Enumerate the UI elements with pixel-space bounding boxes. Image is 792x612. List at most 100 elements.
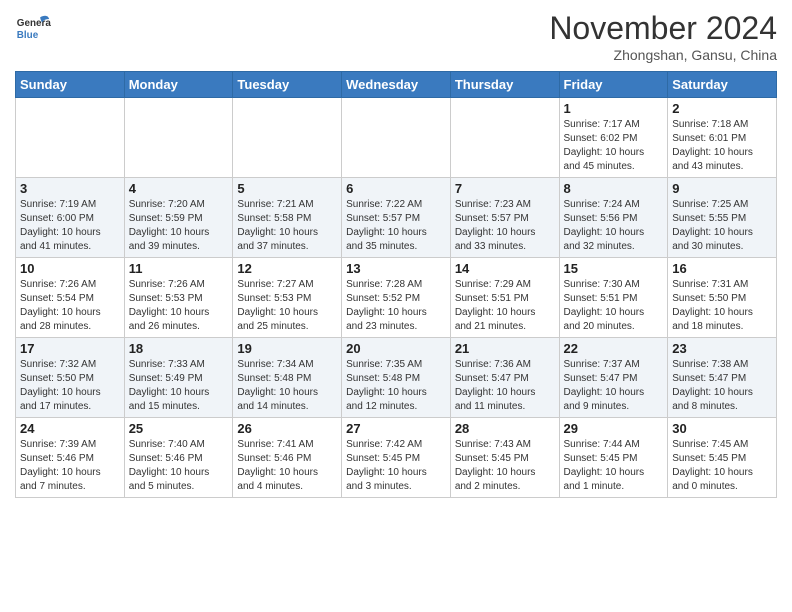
day-number: 6 (346, 181, 446, 196)
calendar-cell: 28 Sunrise: 7:43 AMSunset: 5:45 PMDayligh… (450, 418, 559, 498)
title-block: November 2024 Zhongshan, Gansu, China (549, 10, 777, 63)
day-info: Sunrise: 7:28 AMSunset: 5:52 PMDaylight:… (346, 278, 446, 334)
day-number: 10 (20, 261, 120, 276)
calendar-cell: 5 Sunrise: 7:21 AMSunset: 5:58 PMDaylight… (233, 178, 342, 258)
day-info: Sunrise: 7:20 AMSunset: 5:59 PMDaylight:… (129, 198, 229, 254)
calendar-cell (124, 98, 233, 178)
day-number: 9 (672, 181, 772, 196)
calendar-cell: 1 Sunrise: 7:17 AMSunset: 6:02 PMDaylight… (559, 98, 668, 178)
weekday-header-tuesday: Tuesday (233, 72, 342, 98)
day-number: 19 (237, 341, 337, 356)
month-title: November 2024 (549, 10, 777, 47)
day-number: 26 (237, 421, 337, 436)
day-info: Sunrise: 7:32 AMSunset: 5:50 PMDaylight:… (20, 358, 120, 414)
calendar-cell: 11 Sunrise: 7:26 AMSunset: 5:53 PMDayligh… (124, 258, 233, 338)
calendar-week-row: 3Sunrise: 7:19 AMSunset: 6:00 PMDaylight… (16, 178, 777, 258)
calendar-cell (450, 98, 559, 178)
weekday-header-sunday: Sunday (16, 72, 125, 98)
logo: General Blue (15, 10, 51, 46)
calendar-cell: 17 Sunrise: 7:32 AMSunset: 5:50 PMDayligh… (16, 338, 125, 418)
day-info: Sunrise: 7:26 AMSunset: 5:53 PMDaylight:… (129, 278, 229, 334)
day-number: 30 (672, 421, 772, 436)
day-info: Sunrise: 7:34 AMSunset: 5:48 PMDaylight:… (237, 358, 337, 414)
calendar-cell: 27Sunrise: 7:42 AMSunset: 5:45 PMDayligh… (342, 418, 451, 498)
day-number: 27 (346, 421, 446, 436)
day-number: 5 (237, 181, 337, 196)
day-info: Sunrise: 7:31 AMSunset: 5:50 PMDaylight:… (672, 278, 772, 334)
day-info: Sunrise: 7:24 AMSunset: 5:56 PMDaylight:… (564, 198, 664, 254)
day-number: 12 (237, 261, 337, 276)
calendar-cell: 6 Sunrise: 7:22 AMSunset: 5:57 PMDaylight… (342, 178, 451, 258)
calendar-week-row: 1 Sunrise: 7:17 AMSunset: 6:02 PMDaylight… (16, 98, 777, 178)
calendar-cell: 22 Sunrise: 7:37 AMSunset: 5:47 PMDayligh… (559, 338, 668, 418)
calendar-cell: 24Sunrise: 7:39 AMSunset: 5:46 PMDayligh… (16, 418, 125, 498)
day-info: Sunrise: 7:41 AMSunset: 5:46 PMDaylight:… (237, 438, 337, 494)
day-number: 29 (564, 421, 664, 436)
day-info: Sunrise: 7:21 AMSunset: 5:58 PMDaylight:… (237, 198, 337, 254)
day-number: 1 (564, 101, 664, 116)
calendar-cell: 12 Sunrise: 7:27 AMSunset: 5:53 PMDayligh… (233, 258, 342, 338)
day-number: 11 (129, 261, 229, 276)
calendar-cell: 8 Sunrise: 7:24 AMSunset: 5:56 PMDaylight… (559, 178, 668, 258)
calendar-cell: 3Sunrise: 7:19 AMSunset: 6:00 PMDaylight… (16, 178, 125, 258)
day-number: 21 (455, 341, 555, 356)
day-number: 16 (672, 261, 772, 276)
day-number: 20 (346, 341, 446, 356)
calendar-table: SundayMondayTuesdayWednesdayThursdayFrid… (15, 71, 777, 498)
calendar-cell: 20 Sunrise: 7:35 AMSunset: 5:48 PMDayligh… (342, 338, 451, 418)
calendar-cell: 16 Sunrise: 7:31 AMSunset: 5:50 PMDayligh… (668, 258, 777, 338)
calendar-cell: 2Sunrise: 7:18 AMSunset: 6:01 PMDaylight… (668, 98, 777, 178)
calendar-cell: 30 Sunrise: 7:45 AMSunset: 5:45 PMDayligh… (668, 418, 777, 498)
day-number: 2 (672, 101, 772, 116)
calendar-cell: 26 Sunrise: 7:41 AMSunset: 5:46 PMDayligh… (233, 418, 342, 498)
calendar-cell: 14 Sunrise: 7:29 AMSunset: 5:51 PMDayligh… (450, 258, 559, 338)
calendar-cell (233, 98, 342, 178)
day-info: Sunrise: 7:25 AMSunset: 5:55 PMDaylight:… (672, 198, 772, 254)
calendar-cell: 9 Sunrise: 7:25 AMSunset: 5:55 PMDaylight… (668, 178, 777, 258)
calendar-cell (342, 98, 451, 178)
weekday-header-saturday: Saturday (668, 72, 777, 98)
calendar-cell: 4Sunrise: 7:20 AMSunset: 5:59 PMDaylight… (124, 178, 233, 258)
day-number: 28 (455, 421, 555, 436)
day-info: Sunrise: 7:22 AMSunset: 5:57 PMDaylight:… (346, 198, 446, 254)
calendar-cell: 15Sunrise: 7:30 AMSunset: 5:51 PMDayligh… (559, 258, 668, 338)
day-info: Sunrise: 7:17 AMSunset: 6:02 PMDaylight:… (564, 118, 664, 174)
day-info: Sunrise: 7:33 AMSunset: 5:49 PMDaylight:… (129, 358, 229, 414)
day-info: Sunrise: 7:29 AMSunset: 5:51 PMDaylight:… (455, 278, 555, 334)
header: General Blue November 2024 Zhongshan, Ga… (15, 10, 777, 63)
weekday-header-monday: Monday (124, 72, 233, 98)
calendar-cell: 23 Sunrise: 7:38 AMSunset: 5:47 PMDayligh… (668, 338, 777, 418)
day-number: 8 (564, 181, 664, 196)
day-info: Sunrise: 7:38 AMSunset: 5:47 PMDaylight:… (672, 358, 772, 414)
calendar-cell: 29 Sunrise: 7:44 AMSunset: 5:45 PMDayligh… (559, 418, 668, 498)
day-info: Sunrise: 7:27 AMSunset: 5:53 PMDaylight:… (237, 278, 337, 334)
calendar-week-row: 10 Sunrise: 7:26 AMSunset: 5:54 PMDayligh… (16, 258, 777, 338)
calendar-cell: 13Sunrise: 7:28 AMSunset: 5:52 PMDayligh… (342, 258, 451, 338)
weekday-header-row: SundayMondayTuesdayWednesdayThursdayFrid… (16, 72, 777, 98)
day-info: Sunrise: 7:45 AMSunset: 5:45 PMDaylight:… (672, 438, 772, 494)
day-info: Sunrise: 7:43 AMSunset: 5:45 PMDaylight:… (455, 438, 555, 494)
day-info: Sunrise: 7:36 AMSunset: 5:47 PMDaylight:… (455, 358, 555, 414)
calendar-cell: 7Sunrise: 7:23 AMSunset: 5:57 PMDaylight… (450, 178, 559, 258)
svg-text:Blue: Blue (17, 30, 39, 41)
page: General Blue November 2024 Zhongshan, Ga… (0, 0, 792, 513)
calendar-cell: 10 Sunrise: 7:26 AMSunset: 5:54 PMDayligh… (16, 258, 125, 338)
day-info: Sunrise: 7:30 AMSunset: 5:51 PMDaylight:… (564, 278, 664, 334)
day-info: Sunrise: 7:37 AMSunset: 5:47 PMDaylight:… (564, 358, 664, 414)
day-info: Sunrise: 7:26 AMSunset: 5:54 PMDaylight:… (20, 278, 120, 334)
calendar-cell: 18 Sunrise: 7:33 AMSunset: 5:49 PMDayligh… (124, 338, 233, 418)
day-number: 24 (20, 421, 120, 436)
day-info: Sunrise: 7:40 AMSunset: 5:46 PMDaylight:… (129, 438, 229, 494)
day-info: Sunrise: 7:35 AMSunset: 5:48 PMDaylight:… (346, 358, 446, 414)
day-number: 14 (455, 261, 555, 276)
day-number: 22 (564, 341, 664, 356)
day-number: 25 (129, 421, 229, 436)
weekday-header-friday: Friday (559, 72, 668, 98)
calendar-cell (16, 98, 125, 178)
calendar-cell: 21 Sunrise: 7:36 AMSunset: 5:47 PMDayligh… (450, 338, 559, 418)
location: Zhongshan, Gansu, China (549, 47, 777, 63)
day-info: Sunrise: 7:44 AMSunset: 5:45 PMDaylight:… (564, 438, 664, 494)
day-number: 18 (129, 341, 229, 356)
day-number: 17 (20, 341, 120, 356)
day-number: 23 (672, 341, 772, 356)
